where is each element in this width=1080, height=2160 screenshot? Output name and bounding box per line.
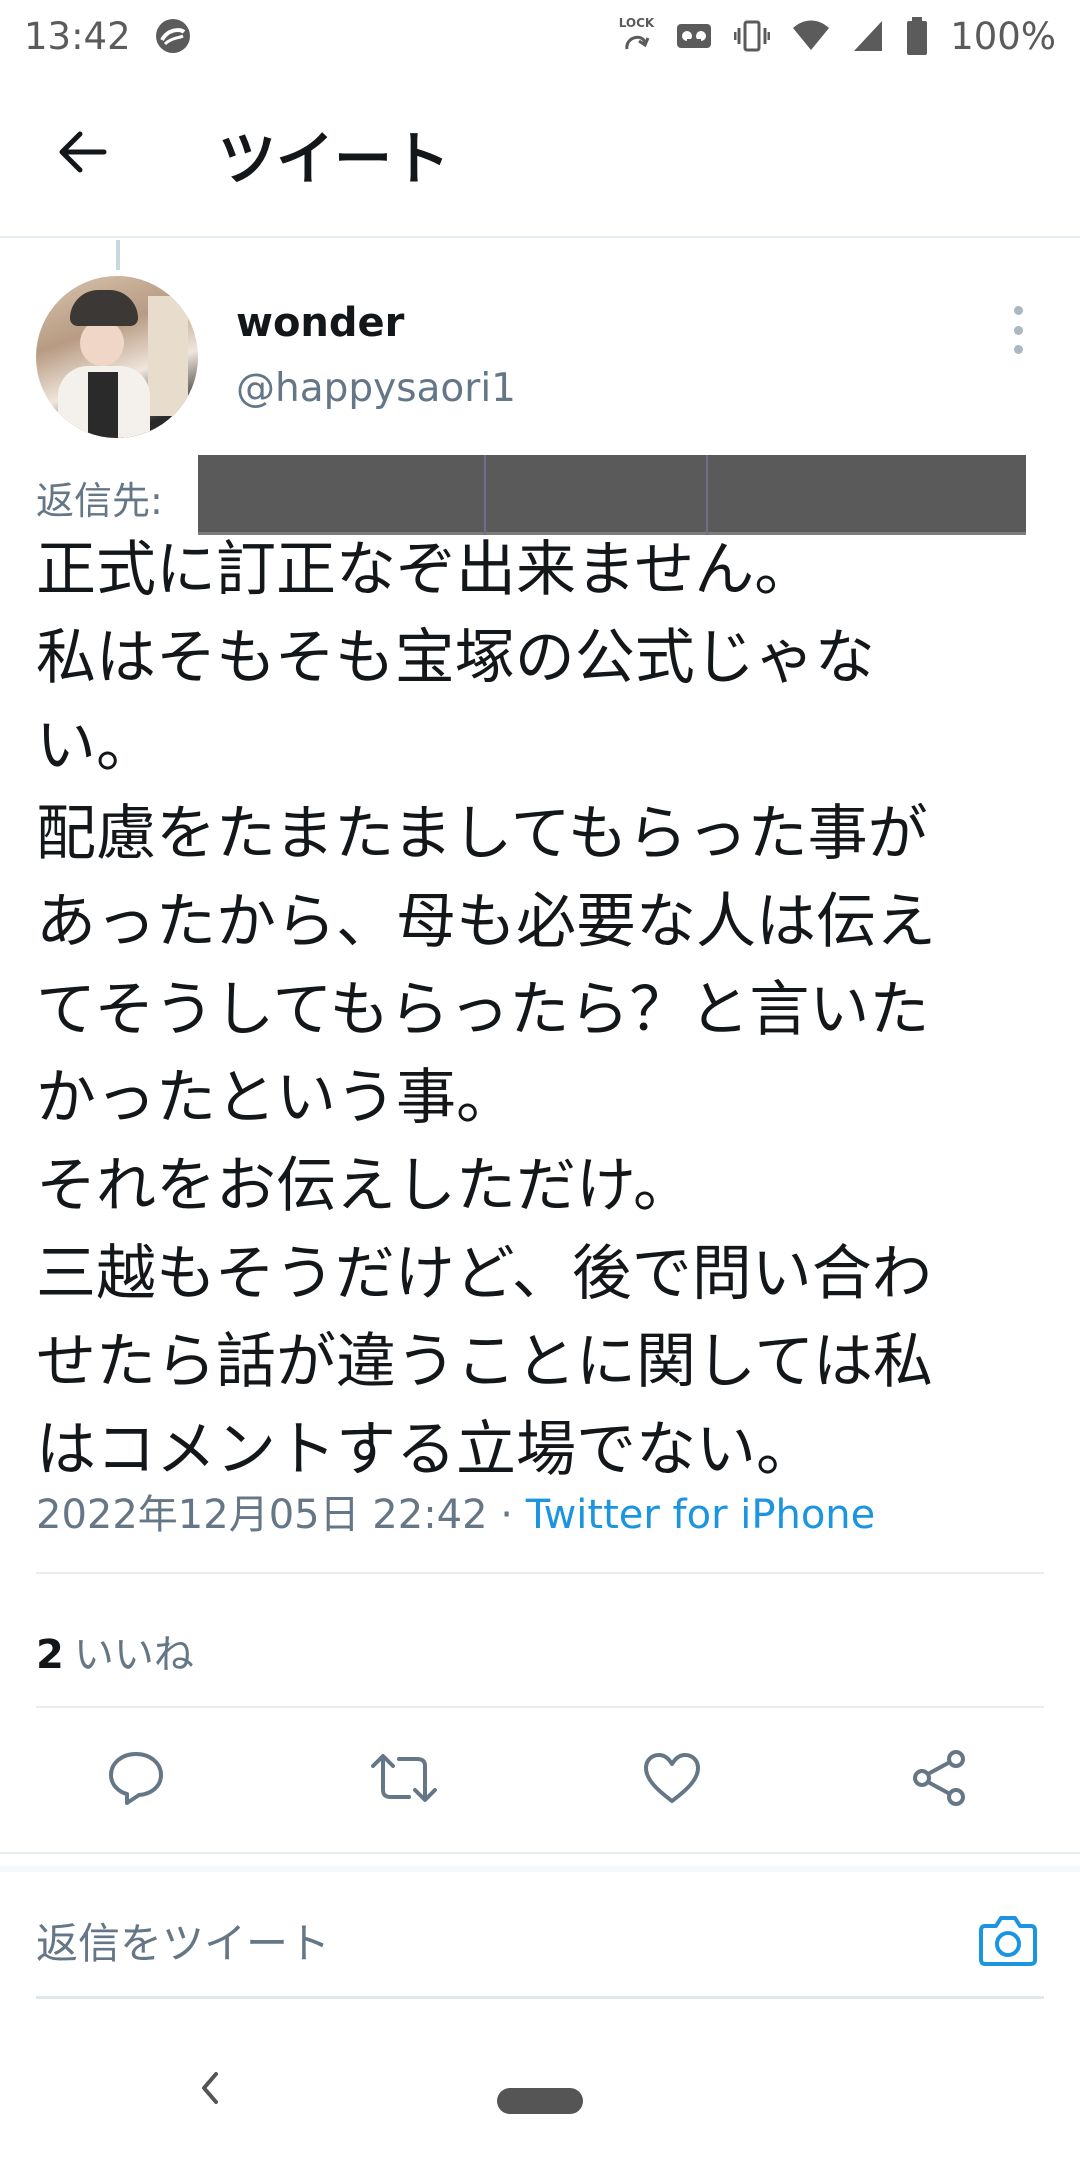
wifi-icon <box>792 20 830 52</box>
divider <box>36 1572 1044 1574</box>
divider <box>0 1852 1080 1854</box>
meta-separator: · <box>487 1492 526 1538</box>
tweet-text-line: かったという事。 <box>36 1063 516 1133</box>
tweet-text-line: てそうしてもらったら？と言いた <box>36 975 930 1045</box>
app-bar: ツイート <box>0 72 1080 238</box>
avatar[interactable] <box>36 276 198 438</box>
heart-icon <box>642 1751 702 1809</box>
sync-icon <box>153 16 193 56</box>
reply-composer[interactable]: 返信をツイート <box>0 1870 1080 1999</box>
redaction-block <box>198 455 1026 535</box>
reply-input[interactable]: 返信をツイート <box>36 1910 330 1971</box>
signal-icon <box>852 19 884 53</box>
battery-icon <box>906 17 928 55</box>
vibrate-icon <box>734 18 771 54</box>
tweet-text-line: あったから、母も必要な人は伝え <box>36 887 936 957</box>
lock-label: LOCK <box>618 16 655 30</box>
camera-button[interactable] <box>972 1906 1044 1978</box>
likes-count: 2 <box>36 1632 64 1678</box>
like-button[interactable] <box>622 1730 722 1830</box>
tweet-text-line: 私はそもそも宝塚の公式じゃな <box>36 623 875 693</box>
share-icon <box>910 1749 970 1811</box>
status-bar: 13:42 LOCK 100% <box>0 0 1080 72</box>
status-time: 13:42 <box>24 14 131 58</box>
retweet-button[interactable] <box>354 1730 454 1830</box>
thread-line <box>116 240 120 270</box>
share-button[interactable] <box>890 1730 990 1830</box>
camera-icon <box>977 1912 1039 1972</box>
reply-input-underline <box>36 1996 1044 1999</box>
display-name[interactable]: wonder <box>236 300 404 346</box>
reply-to-label: 返信先: <box>36 479 163 523</box>
tweet-text-line: それをお伝えしただけ。 <box>36 1151 693 1221</box>
likes-label: いいね <box>73 1632 194 1678</box>
system-nav-bar <box>0 2030 1080 2160</box>
more-dots-icon <box>1013 306 1023 315</box>
retweet-icon <box>369 1750 439 1810</box>
arrow-left-icon <box>59 128 110 180</box>
reply-button[interactable] <box>86 1730 186 1830</box>
voicemail-icon <box>676 21 712 51</box>
back-button[interactable] <box>0 71 170 237</box>
tweet-text: 正式に訂正なぞ出来ません。 私はそもそも宝塚の公式じゃな い。 配慮をたまたまし… <box>36 526 1046 1494</box>
tweet-text-line: 配慮をたまたましてもらった事が <box>36 799 928 869</box>
tweet-datetime[interactable]: 2022年12月05日 22:42 <box>36 1492 488 1538</box>
page-title: ツイート <box>218 125 451 193</box>
likes-count-row[interactable]: 2 いいね <box>36 1622 194 1680</box>
tweet-text-line: はコメントする立場でない。 <box>36 1415 816 1485</box>
comment-icon <box>107 1750 165 1810</box>
tweet-text-line: 正式に訂正なぞ出来ません。 <box>36 535 815 605</box>
battery-percent: 100% <box>950 14 1056 58</box>
tweet-text-line: 三越もそうだけど、後で問い合わ <box>36 1239 932 1309</box>
tweet-text-line: せたら話が違うことに関しては私 <box>36 1327 933 1397</box>
nav-home-pill[interactable] <box>497 2088 583 2114</box>
lock-rotation-icon: LOCK <box>618 16 655 55</box>
tweet-text-line: い。 <box>36 711 156 781</box>
username[interactable]: @happysaori1 <box>236 366 516 411</box>
more-options-button[interactable] <box>1006 300 1030 360</box>
tweet-meta: 2022年12月05日 22:42 · Twitter for iPhone <box>36 1482 875 1540</box>
action-bar <box>0 1730 1080 1830</box>
tweet-source-link[interactable]: Twitter for iPhone <box>526 1492 876 1538</box>
chevron-left-icon <box>198 2070 222 2110</box>
nav-back-button[interactable] <box>190 2060 230 2120</box>
divider <box>36 1706 1044 1708</box>
